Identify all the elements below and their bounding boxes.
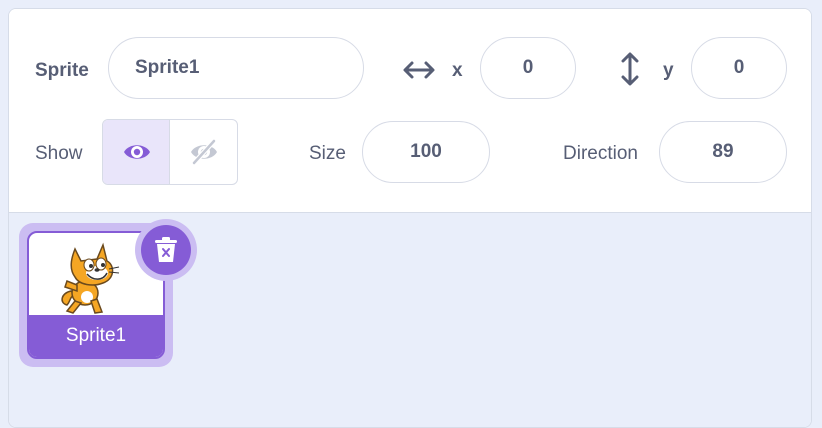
sprite-pane: Sprite Sprite1 x 0 y 0 Show Size 100 Dir… [8, 8, 812, 428]
delete-sprite-button[interactable] [135, 219, 197, 281]
vertical-arrows-icon [621, 52, 639, 86]
eye-slash-icon [191, 138, 217, 166]
sprite-info-panel: Sprite Sprite1 x 0 y 0 Show Size 100 Dir… [9, 9, 811, 213]
sprite-label: Sprite [35, 60, 89, 81]
sprite-tile[interactable]: Sprite1 [19, 219, 197, 367]
x-label: x [452, 60, 463, 81]
delete-sprite-button-inner[interactable] [141, 225, 191, 275]
direction-label: Direction [563, 143, 638, 164]
sprite-name-input[interactable]: Sprite1 [108, 37, 364, 99]
sprite-tile-name: Sprite1 [29, 315, 163, 357]
y-label: y [663, 60, 674, 81]
sprite-list: Sprite1 [9, 213, 811, 427]
show-label: Show [35, 143, 83, 164]
eye-icon [124, 145, 150, 159]
size-input[interactable]: 100 [362, 121, 490, 183]
show-hidden-button[interactable] [170, 120, 237, 184]
trash-icon [155, 237, 177, 262]
x-input[interactable]: 0 [480, 37, 576, 99]
show-toggle-group [102, 119, 238, 185]
show-visible-button[interactable] [103, 120, 170, 184]
cat-sprite-thumbnail [61, 242, 120, 314]
y-input[interactable]: 0 [691, 37, 787, 99]
horizontal-arrows-icon [403, 61, 435, 79]
size-label: Size [309, 143, 346, 164]
direction-input[interactable]: 89 [659, 121, 787, 183]
